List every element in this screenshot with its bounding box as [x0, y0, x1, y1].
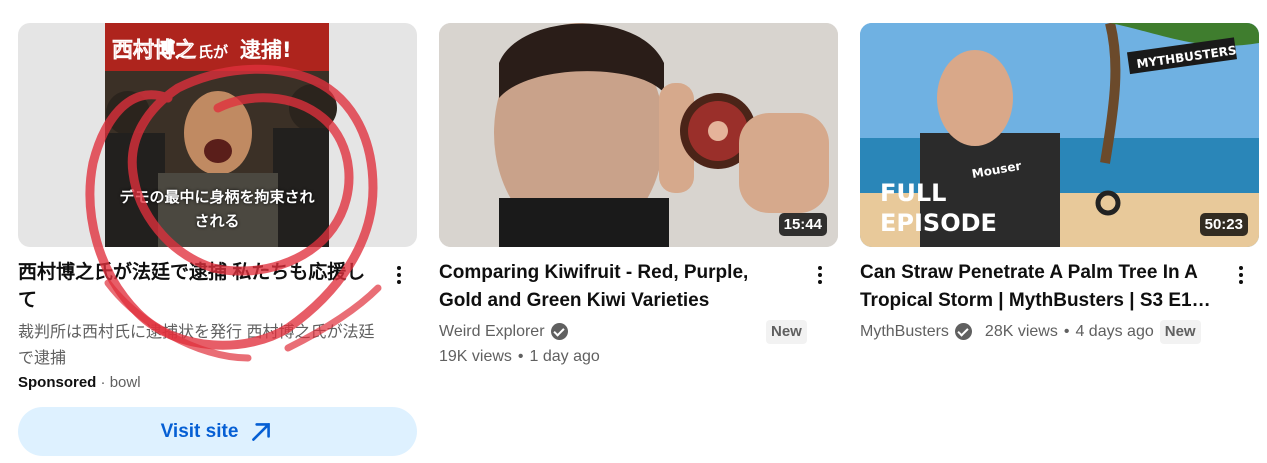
video-thumbnail[interactable]: MYTHBUSTERS Mouser FULL EPISODE 50:23	[860, 23, 1259, 247]
ad-thumb-text-2: 氏が	[198, 43, 229, 61]
channel-name[interactable]: Weird Explorer	[439, 319, 545, 344]
new-badge: New	[1159, 319, 1201, 344]
video-stats: 19K views • 1 day ago	[439, 348, 600, 365]
upload-age: 1 day ago	[529, 348, 600, 365]
arrow-up-right-icon	[252, 422, 271, 441]
thumb-text-full: FULL	[880, 179, 946, 207]
channel-name[interactable]: MythBusters	[860, 319, 949, 344]
new-badge: New	[766, 319, 807, 344]
video-thumbnail-image: MYTHBUSTERS Mouser FULL EPISODE	[860, 23, 1259, 247]
ad-thumbnail-image: 西村博之 氏が 逮捕! デモの最中に身柄を拘束され される	[105, 23, 337, 247]
ad-thumb-caption: デモの最中に身柄を拘束され される	[119, 188, 315, 230]
video-title[interactable]: Comparing Kiwifruit - Red, Purple, Gold …	[439, 259, 794, 315]
ad-thumb-text-1: 西村博之	[112, 38, 196, 62]
channel-row: Weird Explorer New	[439, 319, 838, 344]
sponsored-label: Sponsored	[18, 374, 97, 391]
view-count: 28K views	[984, 323, 1058, 340]
video-duration: 50:23	[1199, 213, 1248, 236]
video-title[interactable]: Can Straw Penetrate A Palm Tree In A Tro…	[860, 259, 1215, 315]
ad-thumb-text-3: 逮捕!	[240, 38, 292, 62]
sponsored-row: Sponsored · bowl	[18, 374, 141, 391]
video-duration: 15:44	[778, 213, 827, 236]
more-vert-icon[interactable]	[808, 263, 832, 287]
video-card[interactable]: 15:44 Comparing Kiwifruit - Red, Purple,…	[439, 23, 838, 365]
upload-age: 4 days ago	[1075, 323, 1154, 340]
video-thumbnail-image	[439, 23, 838, 247]
verified-badge-icon	[954, 323, 972, 340]
channel-row: MythBusters 28K views • 4 days ago New	[860, 319, 1201, 344]
video-card[interactable]: MYTHBUSTERS Mouser FULL EPISODE 50:23 Ca…	[860, 23, 1259, 344]
verified-badge-icon	[550, 323, 568, 340]
thumb-text-episode: EPISODE	[880, 209, 997, 237]
more-vert-icon[interactable]	[1229, 263, 1253, 287]
ad-description: 裁判所は西村氏に逮捕状を発行 西村博之氏が法廷で逮捕	[18, 324, 375, 367]
ad-thumbnail[interactable]: 西村博之 氏が 逮捕! デモの最中に身柄を拘束され される	[18, 23, 417, 247]
ad-title[interactable]: 西村博之氏が法廷で逮捕 私たちも応援して	[18, 259, 373, 315]
video-thumbnail[interactable]: 15:44	[439, 23, 838, 247]
more-vert-icon[interactable]	[387, 263, 411, 287]
visit-site-button[interactable]: Visit site	[18, 407, 417, 456]
advertiser-name: bowl	[109, 374, 141, 391]
view-count: 19K views	[439, 348, 512, 365]
visit-site-label: Visit site	[160, 420, 239, 442]
ad-card[interactable]: 西村博之 氏が 逮捕! デモの最中に身柄を拘束され される 西村博之氏が法廷で逮…	[18, 23, 417, 456]
